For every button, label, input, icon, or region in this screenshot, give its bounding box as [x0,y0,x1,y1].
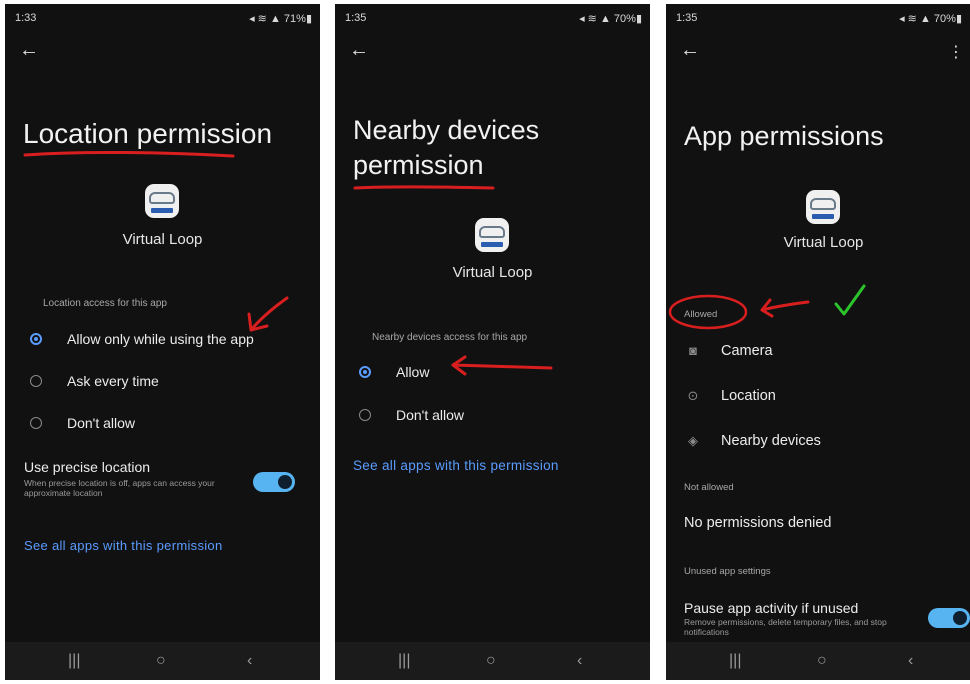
back-icon[interactable]: ‹ [577,652,582,670]
pause-activity-toggle[interactable] [928,608,970,628]
permission-label: Camera [721,343,773,359]
recents-icon[interactable]: ||| [398,652,410,670]
option-label: Don't allow [396,407,465,423]
radio-unselected-icon[interactable] [30,375,42,387]
status-bar: 1:35 ◂ ≋ ▲ 70%▮ [676,12,962,28]
home-icon[interactable]: ○ [156,652,166,670]
status-battery: ◂ ≋ ▲ 71%▮ [249,13,312,25]
navigation-bar: ||| ○ ‹ [335,642,650,680]
app-name: Virtual Loop [783,234,864,251]
recents-icon[interactable]: ||| [729,652,741,670]
option-label: Allow [396,364,430,380]
status-battery: ◂ ≋ ▲ 70%▮ [899,13,962,25]
status-time: 1:33 [15,12,37,24]
radio-selected-icon[interactable] [359,366,371,378]
status-bar: 1:33 ◂ ≋ ▲ 71%▮ [15,12,312,28]
red-circle-and-check-annotation [668,284,866,330]
unused-settings-header: Unused app settings [684,566,771,577]
section-header: Nearby devices access for this app [372,332,528,343]
permission-label: Location [721,388,776,404]
permission-label: Nearby devices [721,433,821,449]
precise-location-title: Use precise location [24,459,151,475]
app-icon [806,190,840,224]
status-time: 1:35 [345,12,367,24]
app-icon [145,184,179,218]
more-options-icon[interactable]: ⋮ [948,42,964,62]
back-icon[interactable]: ‹ [908,652,913,670]
home-icon[interactable]: ○ [817,652,827,670]
home-icon[interactable]: ○ [486,652,496,670]
camera-icon: ◙ [689,343,697,358]
screen-app-permissions: 1:35 ◂ ≋ ▲ 70%▮ ← ⋮ App permissions Virt… [666,4,970,680]
app-name: Virtual Loop [122,231,203,248]
status-battery: ◂ ≋ ▲ 70%▮ [579,13,642,25]
radio-unselected-icon[interactable] [30,417,42,429]
precise-location-toggle[interactable] [253,472,295,492]
screen-nearby-devices-permission: 1:35 ◂ ≋ ▲ 70%▮ ← Nearby devices permiss… [335,4,650,680]
not-allowed-text: No permissions denied [684,515,832,531]
section-header: Location access for this app [43,298,167,309]
status-bar: 1:35 ◂ ≋ ▲ 70%▮ [345,12,642,28]
back-arrow-icon[interactable]: ← [680,40,700,60]
nearby-devices-icon: ◈ [688,433,698,448]
app-icon [475,218,509,252]
see-all-apps-link[interactable]: See all apps with this permission [353,458,559,473]
red-underline-annotation [353,185,495,190]
navigation-bar: ||| ○ ‹ [666,642,970,680]
page-title-line-2: permission [353,150,484,180]
radio-unselected-icon[interactable] [359,409,371,421]
back-arrow-icon[interactable]: ← [349,40,369,60]
pause-activity-title: Pause app activity if unused [684,600,859,616]
not-allowed-header: Not allowed [684,482,734,493]
back-arrow-icon[interactable]: ← [19,40,39,60]
option-label: Don't allow [67,415,136,431]
navigation-bar: ||| ○ ‹ [5,642,320,680]
option-label: Ask every time [67,373,159,389]
precise-location-description: When precise location is off, apps can a… [24,478,215,498]
page-title: App permissions [684,121,884,151]
back-icon[interactable]: ‹ [247,652,252,670]
recents-icon[interactable]: ||| [68,652,80,670]
location-pin-icon: ⊙ [687,388,699,403]
page-title-line-1: Nearby devices [353,115,540,145]
pause-activity-description: Remove permissions, delete temporary fil… [684,617,887,637]
radio-selected-icon[interactable] [30,333,42,345]
option-label: Allow only while using the app [67,331,254,347]
red-arrow-annotation [451,355,553,376]
red-arrow-annotation [247,296,289,332]
red-underline-annotation [23,150,235,158]
screen-location-permission: 1:33 ◂ ≋ ▲ 71%▮ ← Location permission Vi… [5,4,320,680]
status-time: 1:35 [676,12,698,24]
app-name: Virtual Loop [452,264,533,281]
see-all-apps-link[interactable]: See all apps with this permission [24,538,223,553]
